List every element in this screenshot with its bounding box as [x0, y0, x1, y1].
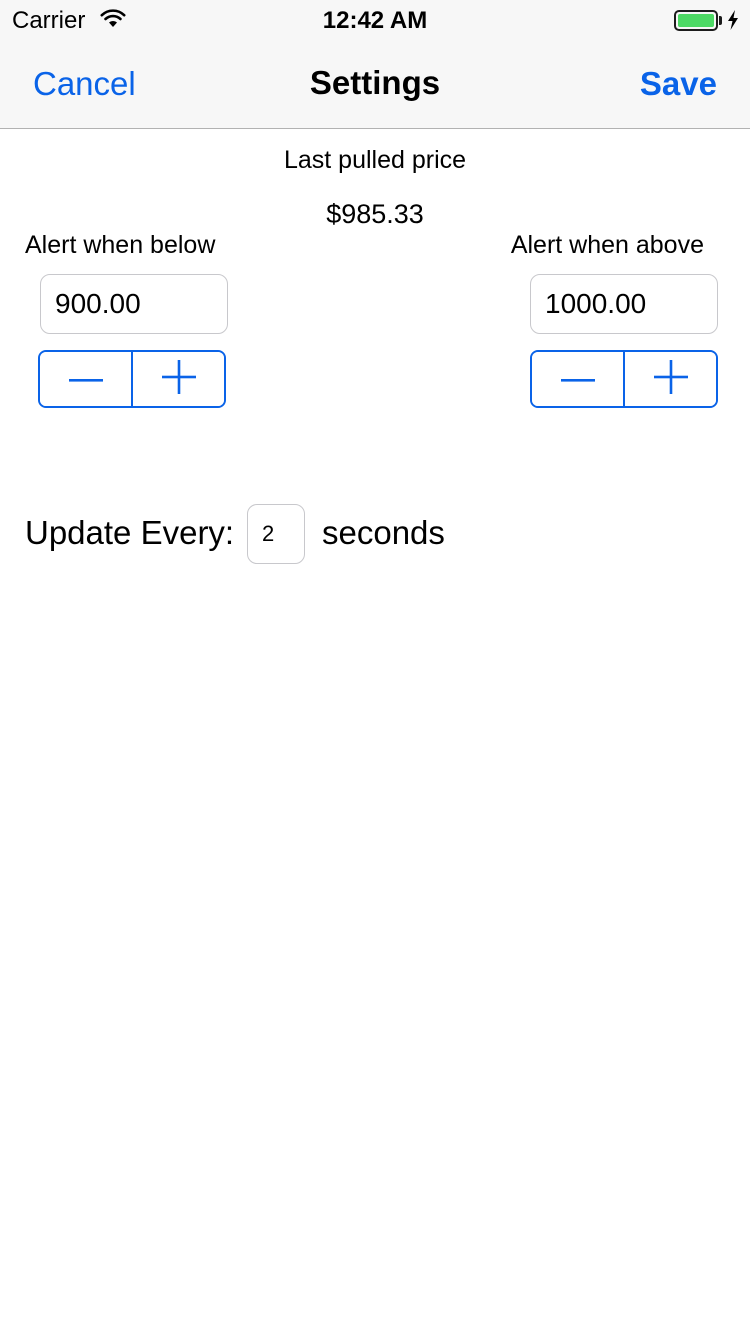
- minus-icon: [560, 370, 595, 388]
- battery-level-fill: [678, 14, 714, 27]
- alert-above-stepper: [530, 350, 718, 408]
- alert-below-decrement-button[interactable]: [40, 352, 133, 406]
- alert-below-field[interactable]: [40, 274, 228, 334]
- status-time: 12:42 AM: [322, 7, 428, 34]
- page-title: Settings: [309, 64, 441, 101]
- save-button[interactable]: Save: [640, 65, 717, 103]
- update-interval-label: Update Every:: [25, 514, 235, 551]
- alert-below-increment-button[interactable]: [133, 352, 224, 406]
- alert-above-increment-button[interactable]: [625, 352, 716, 406]
- update-interval-unit: seconds: [322, 514, 445, 551]
- alert-above-field[interactable]: [530, 274, 718, 334]
- plus-icon: [161, 359, 196, 399]
- settings-screen: Carrier 12:42 AM Cancel Settings Save La…: [0, 0, 750, 1334]
- battery-icon: [674, 10, 722, 32]
- alert-above-label: Alert when above: [510, 231, 704, 259]
- plus-icon: [653, 359, 688, 399]
- alert-above-decrement-button[interactable]: [532, 352, 625, 406]
- alert-below-label: Alert when below: [25, 231, 216, 259]
- minus-icon: [68, 370, 103, 388]
- status-bar: Carrier 12:42 AM: [0, 0, 750, 40]
- last-price-label: Last pulled price: [283, 146, 467, 174]
- alert-below-stepper: [38, 350, 226, 408]
- update-interval-field[interactable]: [247, 504, 305, 564]
- navigation-bar: Cancel Settings Save: [0, 40, 750, 129]
- last-price-value: $985.33: [326, 199, 424, 229]
- charging-bolt-icon: [727, 10, 739, 35]
